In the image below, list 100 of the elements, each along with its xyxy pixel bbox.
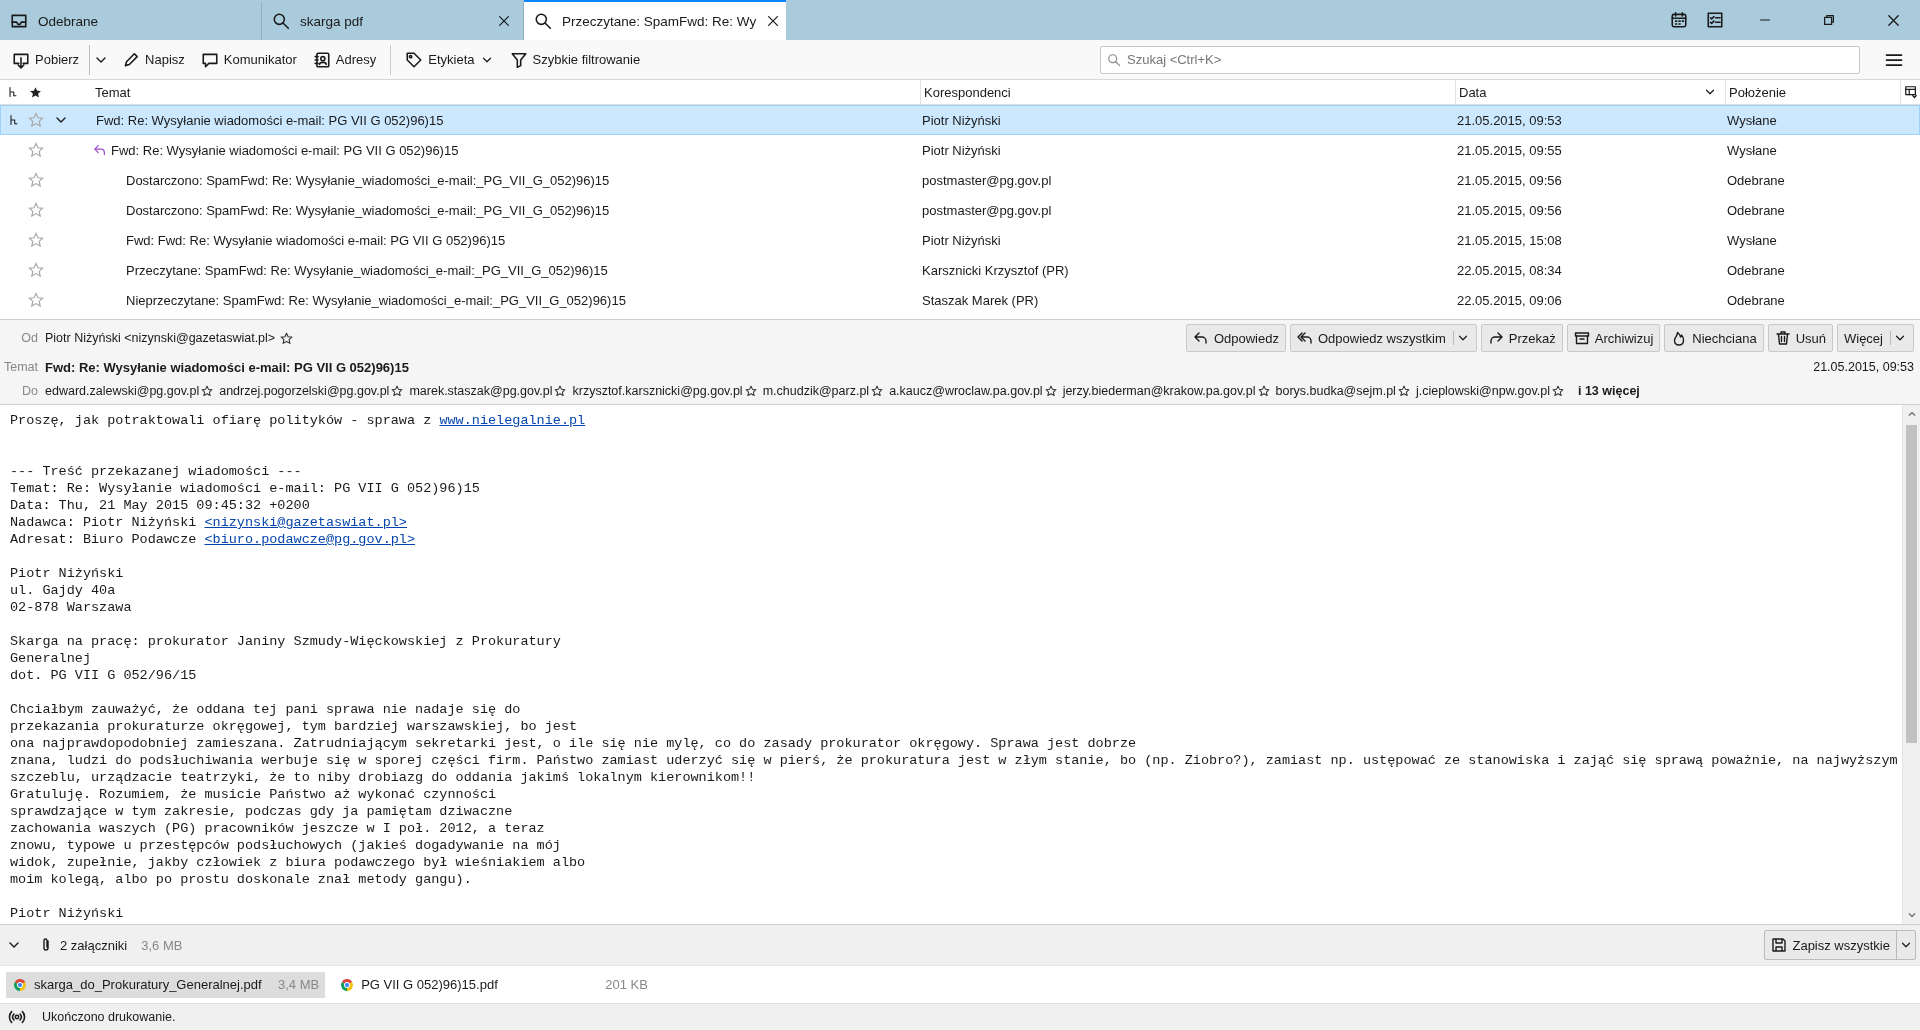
correspondent-text: postmaster@pg.gov.pl <box>921 172 1053 188</box>
star-icon <box>554 385 567 397</box>
tab[interactable]: Przeczytane: SpamFwd: Re: Wy <box>524 0 786 40</box>
star-icon[interactable] <box>28 172 44 188</box>
field-label: Temat <box>2 360 39 374</box>
star-icon[interactable] <box>28 232 44 248</box>
message-line: Temat: Re: Wysyłanie wiadomości e-mail: PG VII G 052)96)15 <box>10 480 481 497</box>
message-line: Chciałbym zauważyć, że oddana tej pani sprawa nie nadaje się do <box>10 701 522 718</box>
reply-icon <box>1192 330 1209 346</box>
message-row[interactable]: Przeczytane: SpamFwd: Re: Wysyłanie_wiadomości_e-mail:_PG_VII_G_052)96)15 Karsznicki Krzysztof (PR) 22.05.2015, 08:34 Odebrane <box>0 255 1920 285</box>
message-line: Piotr Niżyński <box>10 905 125 922</box>
message-line: zachowania waszych (PG) pracowników jeszcze w I poł. 2012, a teraz <box>10 820 546 837</box>
scrollbar[interactable] <box>1902 405 1920 924</box>
action-button[interactable]: Więcej <box>1837 324 1914 352</box>
trash-icon <box>1774 330 1791 346</box>
toolbar-button[interactable]: Etykieta <box>399 44 500 75</box>
date-text: 22.05.2015, 09:06 <box>1456 292 1563 308</box>
star-icon[interactable] <box>28 262 44 278</box>
more-recipients-link[interactable]: i 13 więcej <box>1577 384 1640 398</box>
recipient-text[interactable]: marek.staszak@pg.gov.pl <box>409 384 553 398</box>
action-button[interactable]: Odpowiedz wszystkim <box>1289 324 1477 352</box>
action-button[interactable]: Odpowiedz <box>1185 324 1286 352</box>
attachment-item[interactable]: PG VII G 052)96)15.pdf 201 KB <box>333 971 654 998</box>
message-line: ul. Gajdy 40a <box>10 582 117 599</box>
attachment-item[interactable]: skarga_do_Prokuratury_Generalnej.pdf 3,4 MB <box>6 971 326 998</box>
recipient-text[interactable]: j.cieplowski@npw.gov.pl <box>1415 384 1550 398</box>
tag-icon <box>405 50 424 69</box>
field-label: Do <box>21 384 39 398</box>
recipient-text[interactable]: edward.zalewski@pg.gov.pl <box>45 384 200 398</box>
message-line: przekazania prokuraturze okręgowej, tym bardziej warszawskiej, bo jest <box>10 718 579 735</box>
star-icon[interactable] <box>28 202 44 218</box>
close-tab-button[interactable] <box>497 14 511 28</box>
field-label: Od <box>20 331 39 345</box>
location-text: Wysłane <box>1726 112 1778 128</box>
message-line: Generalnej <box>10 650 92 667</box>
message-row[interactable]: Dostarczono: SpamFwd: Re: Wysyłanie_wiadomości_e-mail:_PG_VII_G_052)96)15 postmaster@pg.gov.pl 21.05.2015, 09:56 Odebrane <box>0 195 1920 225</box>
close-tab-button[interactable] <box>766 14 781 28</box>
star-icon[interactable] <box>28 292 44 308</box>
signal-icon <box>8 1008 26 1026</box>
action-button[interactable]: Przekaż <box>1480 324 1563 352</box>
action-button[interactable]: Archiwizuj <box>1566 324 1661 352</box>
address-book-icon <box>312 50 331 69</box>
message-row[interactable]: Fwd: Re: Wysyłanie wiadomości e-mail: PG VII G 052)96)15 Piotr Niżyński 21.05.2015, 09:53 Wysłane <box>0 105 1920 135</box>
message-line: widok, zupełnie, jakby człowiek z biura podawczego był wieśniakiem albo <box>10 854 587 871</box>
link[interactable]: <biuro.podawcze@pg.gov.pl> <box>204 532 416 547</box>
calendar-icon <box>1670 11 1688 29</box>
search-icon <box>534 12 552 30</box>
message-row[interactable]: Nieprzeczytane: SpamFwd: Re: Wysyłanie_wiadomości_e-mail:_PG_VII_G_052)96)15 Staszak Marek (PR) 22.05.2015, 09:06 Odebrane <box>0 285 1920 315</box>
location-text: Odebrane <box>1726 262 1786 278</box>
column-header[interactable]: Położenie <box>1725 80 1900 104</box>
recipient-text[interactable]: andrzej.pogorzelski@pg.gov.pl <box>219 384 390 398</box>
star-icon <box>744 385 757 397</box>
star-icon <box>1044 385 1057 397</box>
correspondent-text: postmaster@pg.gov.pl <box>921 202 1053 218</box>
message-line: Data: Thu, 21 May 2015 09:45:32 +0200 <box>10 497 311 514</box>
subject-text: Fwd: Fwd: Re: Wysyłanie wiadomości e-mail: PG VII G 052)96)15 <box>126 232 506 248</box>
toolbar-button[interactable]: Komunikator <box>194 44 303 75</box>
thread-icon <box>6 86 19 98</box>
round-logo-icon <box>339 976 356 993</box>
link[interactable]: <nizynski@gazetaswiat.pl> <box>204 515 407 530</box>
star-icon <box>201 385 214 397</box>
message-line: Skarga na pracę: prokurator Janiny Szmudy-Więckowskiej z Prokuratury <box>10 633 562 650</box>
recipient-text[interactable]: jerzy.biederman@krakow.pa.gov.pl <box>1062 384 1256 398</box>
tasks-button[interactable] <box>1706 11 1724 29</box>
date-text: 21.05.2015, 09:53 <box>1813 360 1914 374</box>
toolbar-button[interactable]: Napisz <box>116 44 191 75</box>
toolbar-button[interactable]: Pobierz <box>6 44 86 75</box>
message-row[interactable]: Fwd: Re: Wysyłanie wiadomości e-mail: PG VII G 052)96)15 Piotr Niżyński 21.05.2015, 09:55 Wysłane <box>0 135 1920 165</box>
toolbar-button[interactable]: Szybkie filtrowanie <box>503 44 647 75</box>
column-header[interactable]: Korespondenci <box>920 80 1455 104</box>
filter-icon <box>509 50 528 69</box>
star-icon[interactable] <box>28 142 44 158</box>
column-header[interactable]: Data <box>1455 80 1725 104</box>
calendar-button[interactable] <box>1670 11 1688 29</box>
search-field[interactable]: Szukaj <Ctrl+K> <box>1100 45 1860 74</box>
restore-icon <box>1822 13 1836 27</box>
message-row[interactable]: Dostarczono: SpamFwd: Re: Wysyłanie_wiadomości_e-mail:_PG_VII_G_052)96)15 postmaster@pg.gov.pl 21.05.2015, 09:56 Odebrane <box>0 165 1920 195</box>
recipient-text[interactable]: m.chudzik@parz.pl <box>762 384 870 398</box>
star-icon <box>1257 385 1270 397</box>
message-row[interactable]: Fwd: Fwd: Re: Wysyłanie wiadomości e-mail: PG VII G 052)96)15 Piotr Niżyński 21.05.2015, 15:08 Wysłane <box>0 225 1920 255</box>
subject-text: Fwd: Re: Wysyłanie wiadomości e-mail: PG VII G 052)96)15 <box>45 359 409 375</box>
recipient-text[interactable]: borys.budka@sejm.pl <box>1275 384 1396 398</box>
size-text: 3,6 MB <box>141 937 183 953</box>
recipient-text[interactable]: a.kaucz@wroclaw.pa.gov.pl <box>889 384 1043 398</box>
message-line: szczeblu, urządzacie teatrzyki, że to niby drobiazg do oddania jakimś lokalnym kierownikom!! <box>10 769 757 786</box>
link[interactable]: www.nielegalnie.pl <box>439 413 586 428</box>
date-text: 21.05.2015, 09:56 <box>1456 172 1563 188</box>
star-icon[interactable] <box>28 112 44 128</box>
close-icon <box>497 14 511 28</box>
action-button[interactable]: Usuń <box>1767 324 1833 352</box>
save-icon <box>1771 937 1788 953</box>
toolbar-button[interactable]: Adresy <box>306 44 383 75</box>
correspondent-text: Staszak Marek (PR) <box>921 292 1040 308</box>
subject-text: Fwd: Re: Wysyłanie wiadomości e-mail: PG VII G 052)96)15 <box>111 142 459 158</box>
message-line: ona najprawdopodobniej zamieszana. Zatrudniającym sekretarki jest, o ile się nie mylę, co do zasady prokurator okręgowy. Sprawa jest dobrze <box>10 735 1138 752</box>
message-line: --- Treść przekazanej wiadomości --- <box>10 463 303 480</box>
star-icon <box>280 331 294 345</box>
column-header[interactable]: Temat <box>45 80 920 104</box>
action-button[interactable]: Niechciana <box>1664 324 1764 352</box>
recipient-text[interactable]: krzysztof.karsznicki@pg.gov.pl <box>572 384 743 398</box>
